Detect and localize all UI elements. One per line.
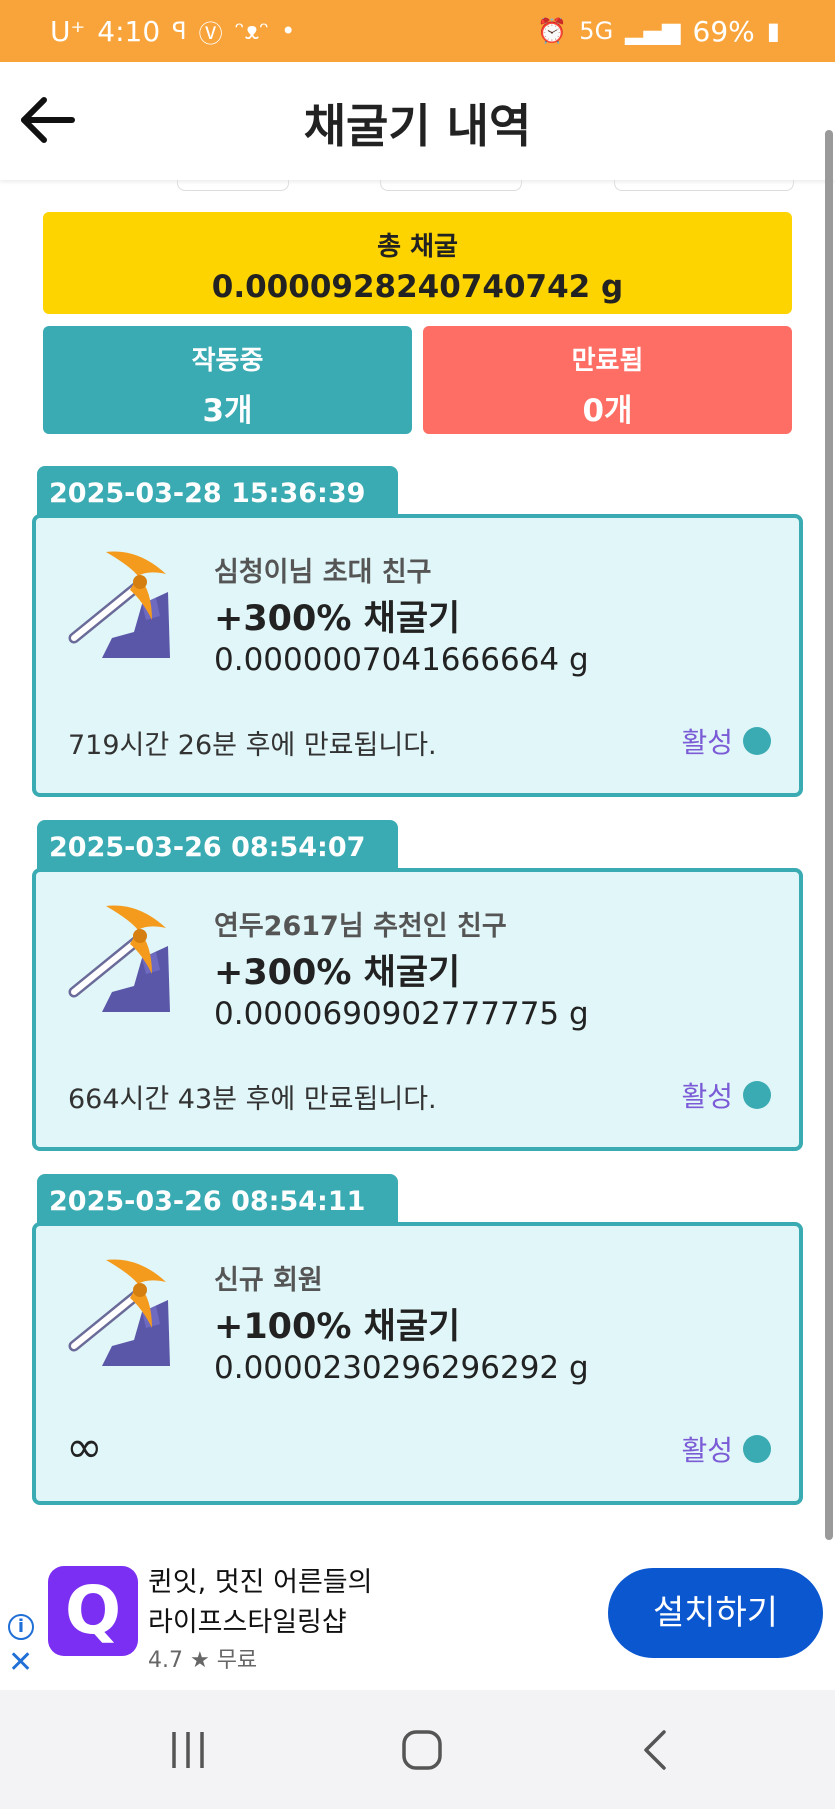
- recent-apps-icon: [172, 1731, 204, 1768]
- battery-label: 69%: [692, 14, 755, 48]
- miner-amount: 0.0000690902777775 g: [214, 996, 589, 1032]
- entry-date: 2025-03-26 08:54:07: [37, 820, 398, 872]
- expired-label: 만료됨: [571, 346, 644, 376]
- entry-date: 2025-03-28 15:36:39: [37, 466, 398, 518]
- home-button[interactable]: [362, 1690, 482, 1809]
- status-bar: U⁺ 4:10 ꟼ Ⓥ ᵔᴥᵔ • ⏰ 5G ▂▄▆ 69% ▮: [0, 0, 835, 62]
- alarm-icon: ⏰: [537, 17, 568, 45]
- status-dot-icon: [743, 1081, 771, 1109]
- pickaxe-icon: [68, 1259, 170, 1366]
- v-badge-icon: Ⓥ: [198, 19, 223, 48]
- active-count: 3개: [202, 393, 253, 429]
- scrollbar[interactable]: [825, 130, 833, 1540]
- status-indicator: 활성: [681, 721, 771, 761]
- expired-count: 0개: [582, 393, 633, 429]
- ad-app-logo[interactable]: Q: [48, 1566, 138, 1656]
- recent-apps-button[interactable]: [128, 1690, 248, 1809]
- ad-title[interactable]: 퀸잇, 멋진 어른들의: [148, 1560, 372, 1599]
- ad-info-icon[interactable]: i: [8, 1614, 34, 1640]
- filter-tab[interactable]: [177, 180, 289, 191]
- home-icon: [402, 1729, 442, 1770]
- miner-expire-text: 664시간 43분 후에 만료됩니다.: [68, 1084, 437, 1115]
- expired-count-box[interactable]: 만료됨 0개: [423, 326, 792, 434]
- status-label: 활성: [681, 1434, 733, 1467]
- active-count-box[interactable]: 작동중 3개: [43, 326, 412, 434]
- entry-date: 2025-03-26 08:54:11: [37, 1174, 398, 1226]
- status-indicator: 활성: [681, 1429, 771, 1469]
- miner-title: +100% 채굴기: [214, 1307, 461, 1347]
- filter-tab[interactable]: [380, 180, 522, 191]
- pickaxe-icon: [68, 551, 170, 658]
- ad-rating: 4.7 ★ 무료: [148, 1648, 258, 1673]
- clock: 4:10: [97, 14, 161, 48]
- app-header: 채굴기 내역: [0, 62, 835, 180]
- miner-card[interactable]: 심청이님 초대 친구 +300% 채굴기 0.0000007041666664 …: [32, 514, 803, 797]
- status-dot-icon: [743, 727, 771, 755]
- miner-card[interactable]: 신규 회원 +100% 채굴기 0.0000230296296292 g ∞ 활…: [32, 1222, 803, 1505]
- ad-banner[interactable]: i ✕ Q 퀸잇, 멋진 어른들의 라이프스타일링샵 4.7 ★ 무료 설치하기: [0, 1548, 835, 1690]
- miner-expire-text: 719시간 26분 후에 만료됩니다.: [68, 730, 437, 761]
- ad-subtitle[interactable]: 라이프스타일링샵: [148, 1600, 347, 1639]
- ad-install-button[interactable]: 설치하기: [608, 1568, 823, 1658]
- signal-icon: ▂▄▆: [625, 17, 681, 45]
- miner-amount: 0.0000230296296292 g: [214, 1350, 589, 1386]
- infinity-icon: ∞: [66, 1422, 103, 1473]
- pay-icon: ꟼ: [172, 17, 187, 45]
- pickaxe-icon: [68, 905, 170, 1012]
- rabbit-icon: ᵔᴥᵔ: [234, 16, 270, 45]
- active-label: 작동중: [191, 346, 264, 376]
- total-mining-box: 총 채굴 0.0000928240740742 g: [43, 212, 792, 314]
- network-label: 5G: [579, 17, 614, 45]
- miner-source: 심청이님 초대 친구: [214, 557, 432, 588]
- total-mining-value: 0.0000928240740742 g: [211, 269, 624, 305]
- status-label: 활성: [681, 1080, 733, 1113]
- miner-source: 신규 회원: [214, 1265, 323, 1296]
- miner-source: 연두2617님 추천인 친구: [214, 911, 507, 942]
- miner-title: +300% 채굴기: [214, 599, 461, 639]
- back-nav-button[interactable]: [596, 1690, 716, 1809]
- system-nav-bar: [0, 1690, 835, 1809]
- page-title: 채굴기 내역: [303, 99, 532, 153]
- filter-tab[interactable]: [614, 180, 794, 191]
- filter-tabs-peek: [0, 180, 835, 192]
- battery-icon: ▮: [766, 17, 780, 45]
- total-mining-label: 총 채굴: [377, 232, 458, 262]
- miner-title: +300% 채굴기: [214, 953, 461, 993]
- chevron-left-icon: [644, 1729, 666, 1770]
- status-label: 활성: [681, 726, 733, 759]
- status-indicator: 활성: [681, 1075, 771, 1115]
- carrier-label: U⁺: [50, 14, 86, 48]
- ad-close-icon[interactable]: ✕: [8, 1648, 33, 1678]
- miner-card[interactable]: 연두2617님 추천인 친구 +300% 채굴기 0.0000690902777…: [32, 868, 803, 1151]
- miner-amount: 0.0000007041666664 g: [214, 642, 589, 678]
- dot-icon: •: [281, 17, 296, 45]
- status-dot-icon: [743, 1435, 771, 1463]
